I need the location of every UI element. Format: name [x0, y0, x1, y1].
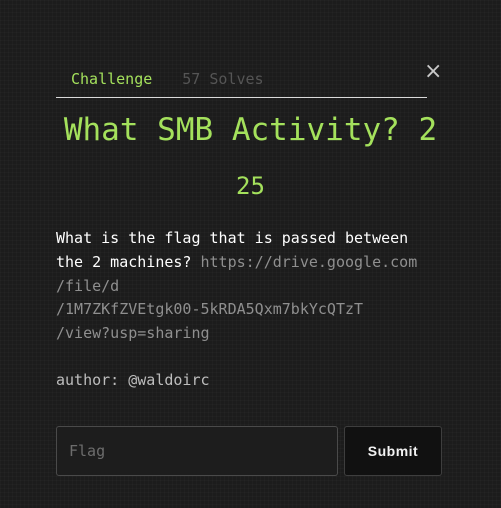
description-line: the 2 machines? https://drive.google.com: [56, 251, 446, 275]
drive-link[interactable]: https://drive.google.com: [201, 253, 418, 271]
tab-challenge[interactable]: Challenge: [56, 66, 167, 88]
challenge-author: author: @waldoirc: [56, 371, 210, 389]
close-icon[interactable]: ×: [424, 60, 442, 84]
drive-link-continued[interactable]: /file/d: [56, 275, 446, 299]
tab-solves[interactable]: 57 Solves: [167, 66, 278, 88]
challenge-description: What is the flag that is passed between …: [56, 227, 446, 346]
challenge-points: 25: [236, 172, 265, 200]
challenge-modal: Challenge 57 Solves × What SMB Activity?…: [0, 0, 501, 508]
challenge-title: What SMB Activity? 2: [63, 112, 438, 148]
description-text: the 2 machines?: [56, 252, 192, 271]
drive-link-continued[interactable]: /1M7ZKfZVEtgk00-5kRDA5Qxm7bkYcQTzT: [56, 298, 446, 322]
drive-link-continued[interactable]: /view?usp=sharing: [56, 322, 446, 346]
flag-input[interactable]: [56, 426, 338, 476]
submit-button[interactable]: Submit: [344, 426, 442, 476]
description-line: What is the flag that is passed between: [56, 229, 409, 247]
modal-tabs: Challenge 57 Solves: [56, 66, 427, 98]
